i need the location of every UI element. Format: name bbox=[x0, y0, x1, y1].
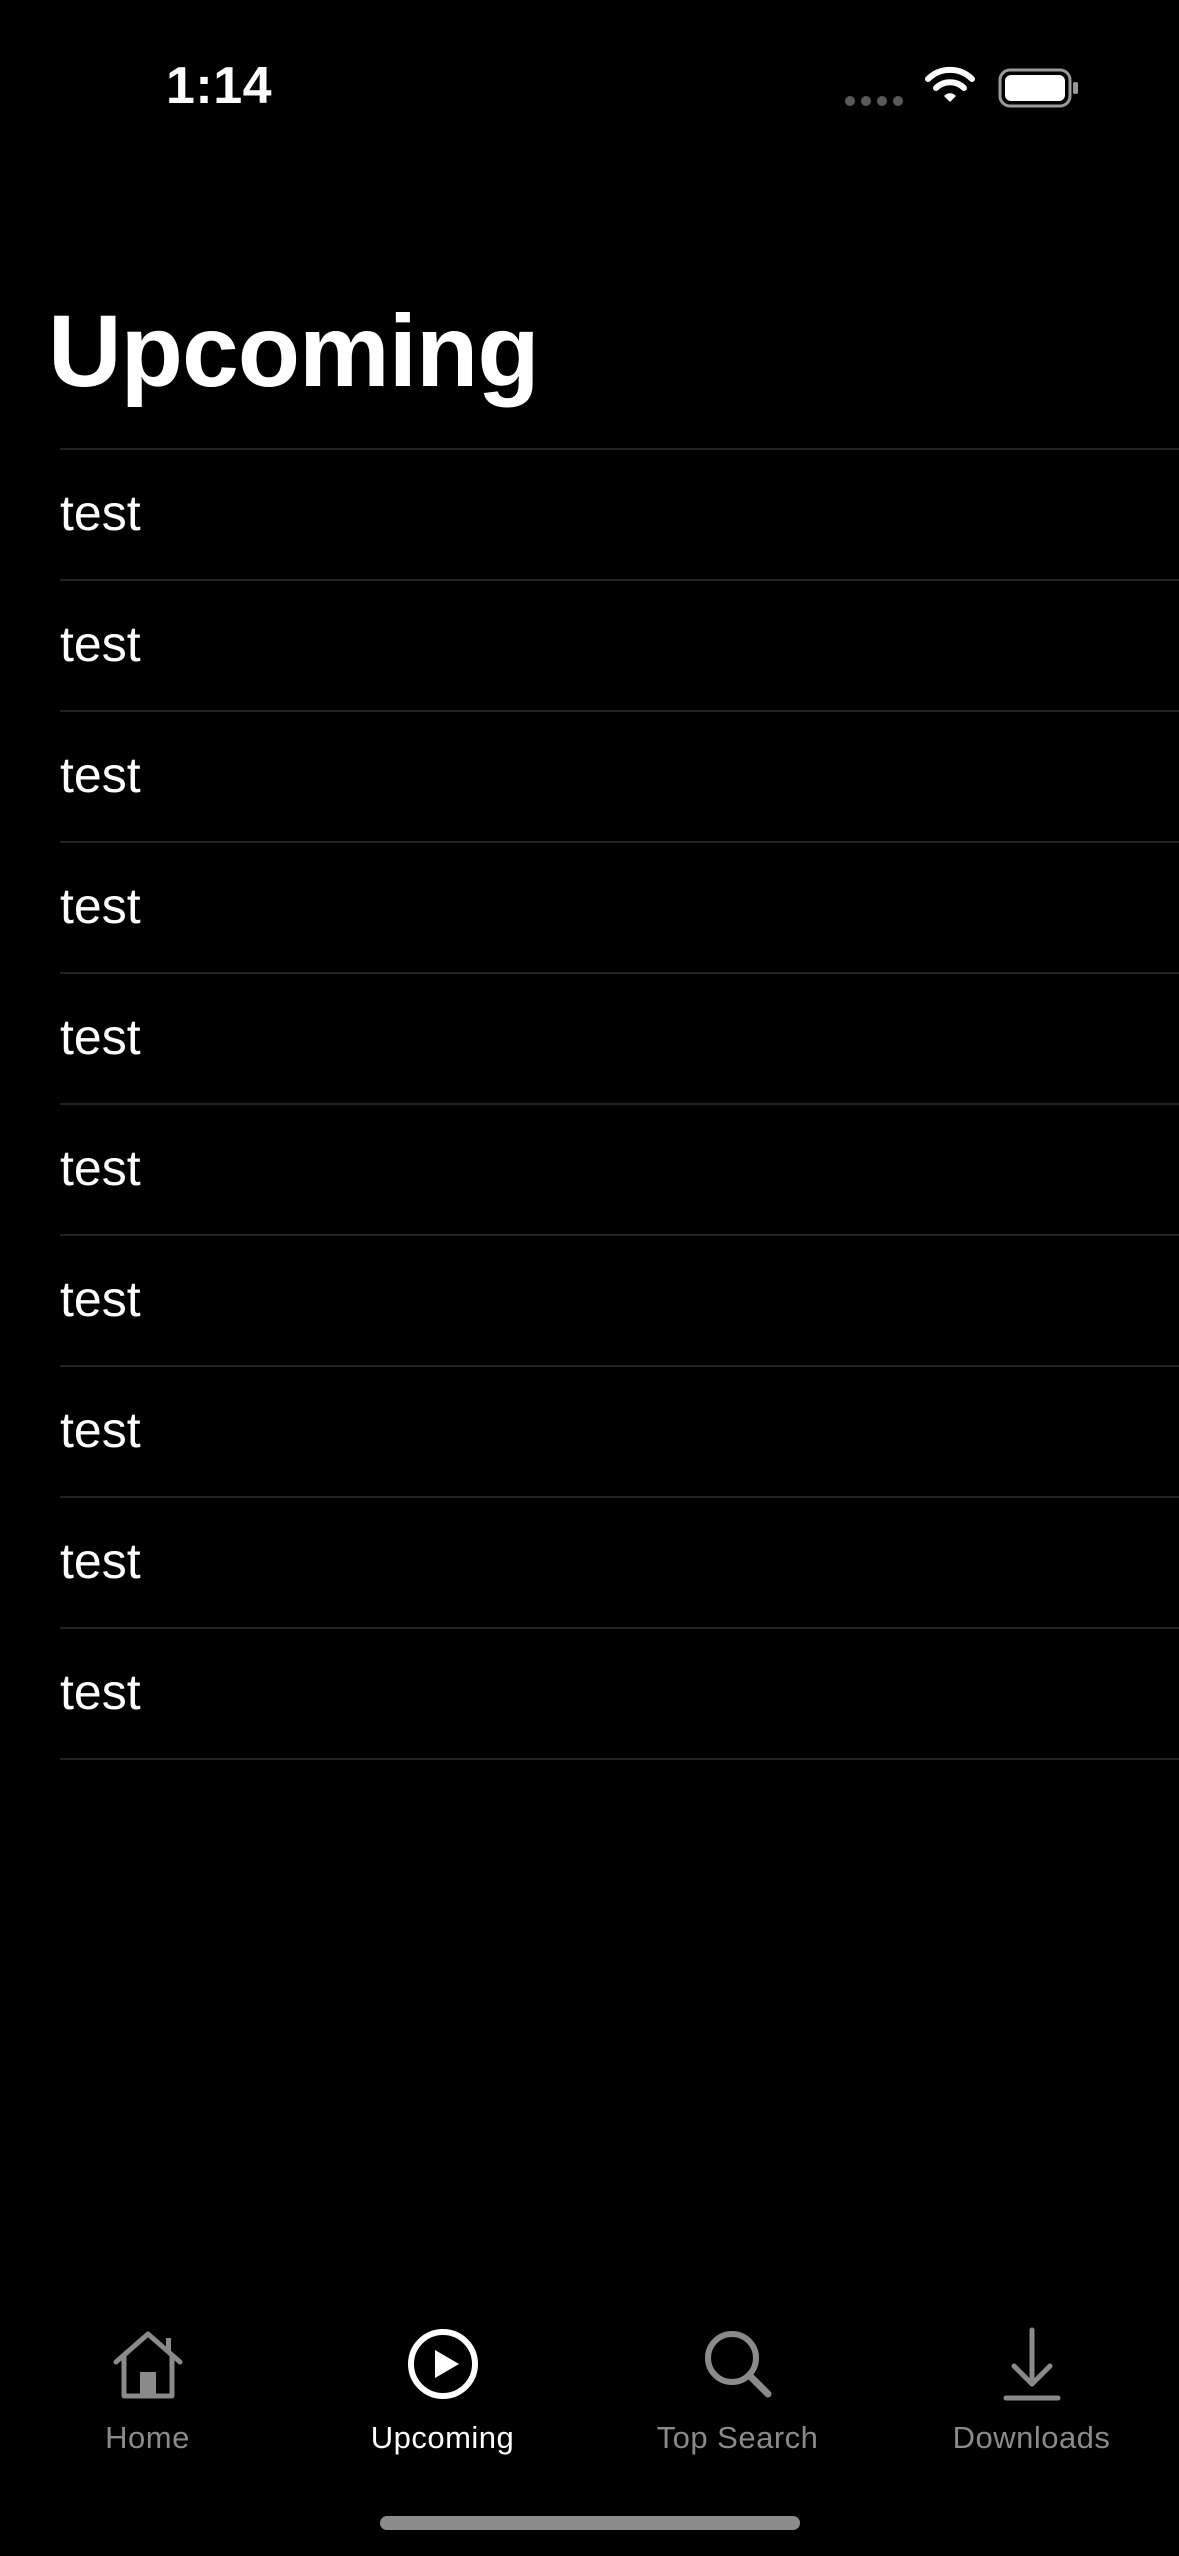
arrow-down-to-line-icon bbox=[1003, 2327, 1060, 2401]
home-indicator[interactable] bbox=[380, 2516, 800, 2530]
list-item[interactable]: test bbox=[60, 579, 1179, 710]
tab-label: Upcoming bbox=[370, 2420, 515, 2455]
list-item-label: test bbox=[60, 878, 141, 934]
tab-label: Home bbox=[105, 2420, 190, 2455]
list-item-label: test bbox=[60, 485, 141, 541]
status-time: 1:14 bbox=[166, 57, 273, 115]
tab-label: Top Search bbox=[656, 2420, 819, 2455]
list-item[interactable]: test bbox=[60, 972, 1179, 1103]
play-circle-icon bbox=[407, 2329, 478, 2399]
list-item-label: test bbox=[60, 1271, 141, 1327]
list-item-label: test bbox=[60, 1402, 141, 1458]
list-item-label: test bbox=[60, 1664, 141, 1720]
status-bar: 1:14 bbox=[0, 0, 1179, 140]
list-item[interactable]: test bbox=[60, 1627, 1179, 1760]
page-title: Upcoming bbox=[48, 294, 540, 408]
list-item-label: test bbox=[60, 616, 141, 672]
tab-top-search[interactable]: Top Search bbox=[590, 2310, 885, 2470]
list-item[interactable]: test bbox=[60, 841, 1179, 972]
list-item[interactable]: test bbox=[60, 1365, 1179, 1496]
list-item-label: test bbox=[60, 747, 141, 803]
list-item[interactable]: test bbox=[60, 710, 1179, 841]
list-item-label: test bbox=[60, 1533, 141, 1589]
tab-label: Downloads bbox=[952, 2420, 1111, 2455]
tab-downloads[interactable]: Downloads bbox=[884, 2310, 1179, 2470]
list-item[interactable]: test bbox=[60, 1234, 1179, 1365]
house-icon bbox=[113, 2331, 182, 2399]
list-item[interactable]: test bbox=[60, 1496, 1179, 1627]
cellular-signal-icon bbox=[845, 96, 905, 106]
list-item[interactable]: test bbox=[60, 448, 1179, 579]
tab-bar: Home Upcoming Top Search Downloads bbox=[0, 2310, 1179, 2470]
wifi-icon bbox=[925, 66, 975, 102]
upcoming-list: test test test test test test test test … bbox=[60, 448, 1179, 1760]
list-item-label: test bbox=[60, 1009, 141, 1065]
list-item-label: test bbox=[60, 1140, 141, 1196]
tab-home[interactable]: Home bbox=[0, 2310, 295, 2470]
list-item[interactable]: test bbox=[60, 1103, 1179, 1234]
battery-icon bbox=[998, 68, 1078, 108]
tab-upcoming[interactable]: Upcoming bbox=[295, 2310, 590, 2470]
magnifying-glass-icon bbox=[704, 2331, 771, 2398]
